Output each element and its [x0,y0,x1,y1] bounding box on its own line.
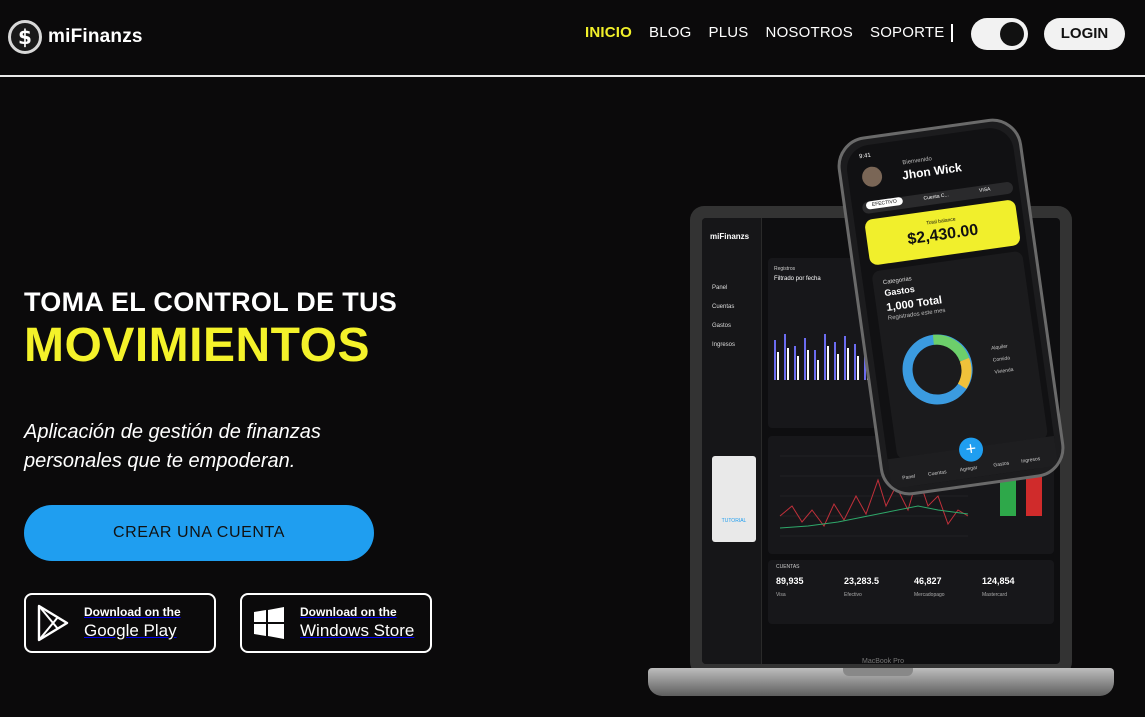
dashboard-sidebar: miFinanzs Panel Cuentas Gastos Ingresos … [702,218,762,664]
donut-chart [902,334,973,405]
legend-alquiler: Alquiler [990,343,1009,352]
login-button[interactable]: LOGIN [1044,18,1125,50]
phone-nav-panel: Panel [901,473,916,482]
stat-mercadopago-label: Mercadopago [914,592,945,598]
cuentas-label: CUENTAS [776,564,800,570]
dollar-coin-icon: $ [8,20,42,54]
windows-icon [254,607,284,639]
phone-tab-cuenta: Cuenta C... [923,192,950,202]
phone-time: 9:41 [858,152,872,161]
sidebar-item-cuentas: Cuentas [712,304,735,310]
stat-visa-value: 89,935 [776,576,804,586]
legend-comida: Comida [992,355,1011,364]
toggle-knob [1000,22,1024,46]
laptop-notch [843,668,913,676]
avatar [860,165,884,189]
phone-nav-agregar: Agregar [959,464,978,474]
main-menu: INICIO BLOG PLUS NOSOTROS SOPORTE [585,24,961,41]
nav-item-plus[interactable]: PLUS [709,24,749,41]
brand-logo[interactable]: $ miFinanzs [8,20,143,54]
phone-tab-efectivo: EFECTIVO [865,196,904,210]
hero-title-line1: TOMA EL CONTROL DE TUS [24,287,398,317]
phone-categories-card: Categorias Gastos 1,000 Total Registrado… [871,250,1049,460]
top-navbar: $ miFinanzs INICIO BLOG PLUS NOSOTROS SO… [0,0,1145,77]
cuentas-stats-panel: CUENTAS 89,935 Visa 23,283.5 Efectivo 46… [768,560,1054,624]
phone-tab-visa: VISA [978,186,991,194]
hero-subtitle: Aplicación de gestión de finanzas person… [24,421,321,472]
phone-nav-ingresos: Ingresos [1020,456,1041,465]
stat-efectivo-value: 23,283.5 [844,576,880,586]
stat-mercadopago-value: 46,827 [914,576,942,586]
laptop-label: MacBook Pro [862,658,905,665]
stat-mastercard-label: Mastercard [982,592,1008,598]
stat-efectivo-label: Efectivo [844,592,862,598]
device-mockup: miFinanzs Panel Cuentas Gastos Ingresos … [640,114,1130,710]
windows-store-button[interactable]: Download on the Windows Store [240,593,432,653]
create-account-button[interactable]: CREAR UNA CUENTA [24,505,374,561]
nav-divider [951,24,953,42]
brand-name: miFinanzs [48,26,143,47]
sidebar-item-gastos: Gastos [712,323,732,329]
tutorial-card: TUTORIAL [712,456,756,542]
windows-store-small: Download on the [300,605,397,619]
phone-screen: 9:41 Bienvenido Jhon Wick EFECTIVO Cuent… [843,124,1059,490]
nav-item-blog[interactable]: BLOG [649,24,691,41]
sidebar-item-panel: Panel [712,285,728,291]
google-play-label: Google Play [84,621,177,640]
theme-toggle[interactable] [971,18,1028,50]
google-play-small: Download on the [84,605,181,619]
google-play-button[interactable]: Download on the Google Play [24,593,216,653]
nav-item-inicio[interactable]: INICIO [585,24,632,41]
windows-store-label: Windows Store [300,621,415,640]
nav-item-soporte[interactable]: SOPORTE [870,24,944,41]
legend-vivienda: Vivienda [994,366,1014,376]
nav-item-nosotros[interactable]: NOSOTROS [766,24,853,41]
stat-mastercard-value: 124,854 [982,576,1015,586]
gastos-label: Gastos [883,283,916,299]
google-play-icon [37,604,69,642]
stat-visa-label: Visa [776,592,786,598]
phone-nav-gastos: Gastos [993,460,1010,469]
hero-title-line2: MOVIMIENTOS [24,319,370,372]
tutorial-label: TUTORIAL [721,518,747,524]
phone-nav-cuentas: Cuentas [927,469,947,478]
sidebar-item-ingresos: Ingresos [712,342,736,348]
dashboard-logo: miFinanzs [710,232,750,241]
